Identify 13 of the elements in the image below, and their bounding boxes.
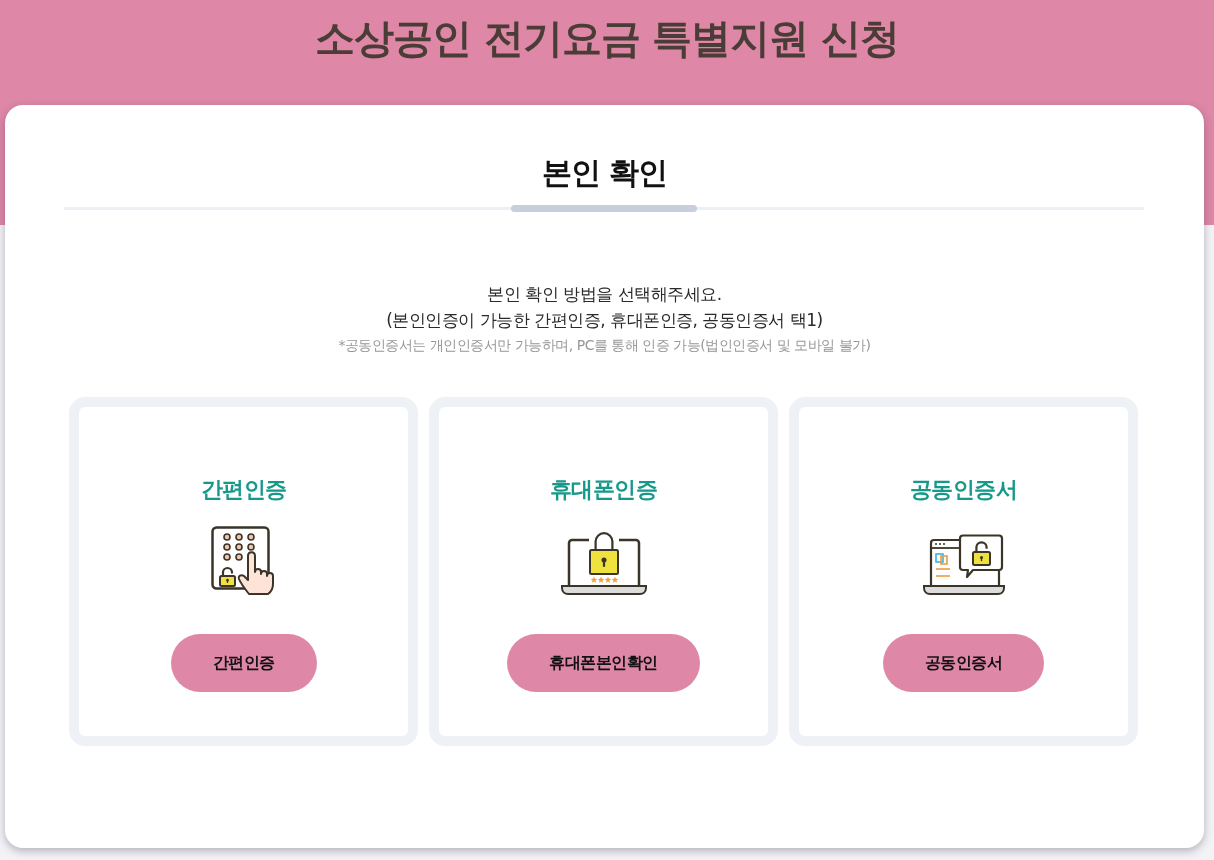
page-title: 소상공인 전기요금 특별지원 신청 xyxy=(313,14,901,62)
instruction-text: (본인인증이 가능한 간편인증, 휴대폰인증, 공동인증서 택1) xyxy=(385,309,824,332)
note-text: *공동인증서는 개인인증서만 가능하며, PC를 통해 인증 가능(법인인증서 및 모바일 불가) xyxy=(337,336,872,355)
verify-button[interactable]: 공동인증서 xyxy=(882,634,1045,692)
method-title: 간편인증 xyxy=(199,477,288,503)
method-title: 공동인증서 xyxy=(908,477,1019,503)
method-title: 휴대폰인증 xyxy=(548,477,659,503)
keypad-hand-icon xyxy=(210,526,277,596)
laptop-chat-padlock-icon xyxy=(922,534,1005,596)
section-heading: 본인 확인 xyxy=(540,155,669,191)
verify-button[interactable]: 휴대폰본인확인 xyxy=(507,634,700,692)
instruction-text: 본인 확인 방법을 선택해주세요. xyxy=(486,283,723,306)
verify-button[interactable]: 간편인증 xyxy=(170,634,317,692)
